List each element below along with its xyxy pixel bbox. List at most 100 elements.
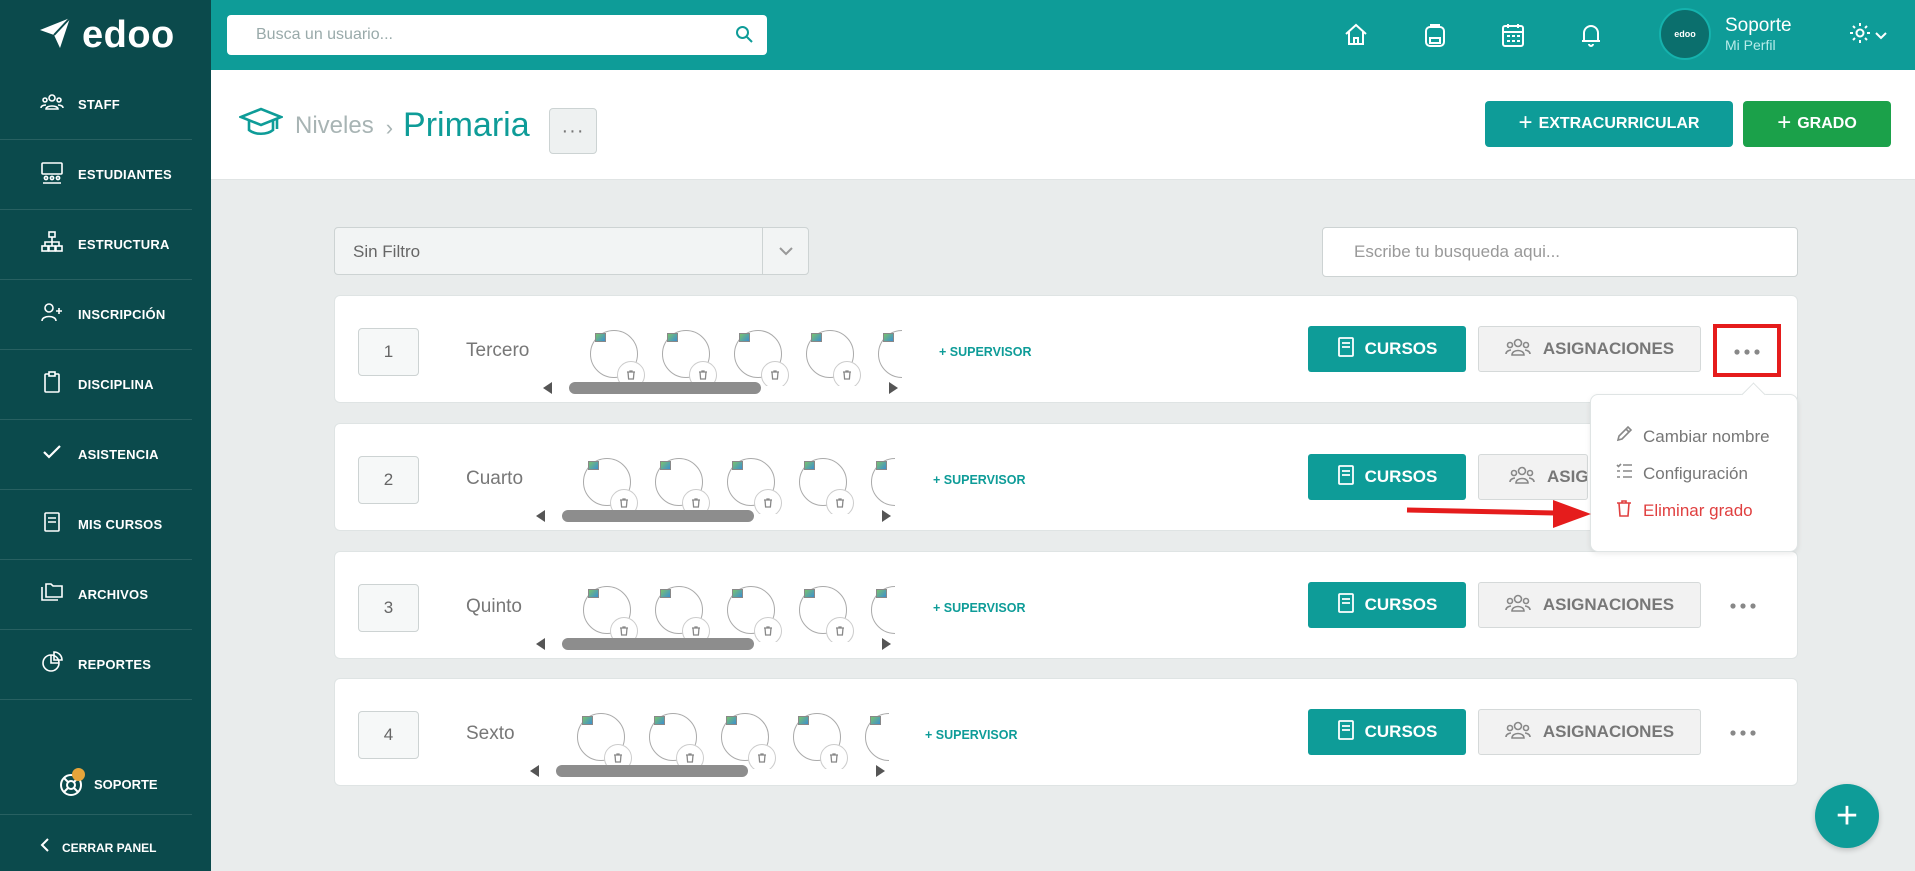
asignaciones-button[interactable]: ASIGNACIONES <box>1478 582 1701 628</box>
scroll-left-arrow[interactable] <box>536 510 545 522</box>
graduation-cap-icon <box>237 106 285 145</box>
grade-options-menu: Cambiar nombre Configuración Eliminar gr… <box>1590 394 1798 552</box>
broken-image-icon <box>804 461 815 470</box>
scroll-right-arrow[interactable] <box>889 382 898 394</box>
scroll-left-arrow[interactable] <box>536 638 545 650</box>
scroll-thumb[interactable] <box>562 510 754 522</box>
search-icon[interactable] <box>735 25 753 48</box>
supervisor-avatar[interactable] <box>806 330 861 386</box>
supervisor-avatar[interactable] <box>583 458 638 514</box>
grade-more-button[interactable] <box>1713 324 1781 377</box>
supervisor-avatar[interactable] <box>577 713 632 769</box>
supervisor-avatar[interactable] <box>799 586 854 642</box>
supervisor-avatar[interactable] <box>590 330 645 386</box>
supervisor-avatar[interactable] <box>662 330 717 386</box>
close-panel-button[interactable]: CERRAR PANEL <box>0 838 192 857</box>
settings-menu[interactable] <box>1849 22 1887 49</box>
sidebar-item-mis-cursos[interactable]: MIS CURSOS <box>0 490 192 560</box>
calendar-icon[interactable] <box>1498 20 1528 50</box>
profile-menu[interactable]: edoo Soporte Mi Perfil <box>1659 8 1792 60</box>
delete-grade-item[interactable]: Eliminar grado <box>1615 499 1753 522</box>
scroll-left-arrow[interactable] <box>530 765 539 777</box>
list-settings-icon <box>1615 462 1633 485</box>
cursos-button[interactable]: CURSOS <box>1308 709 1466 755</box>
supervisor-avatar[interactable] <box>727 458 782 514</box>
broken-image-icon <box>588 589 599 598</box>
grade-name[interactable]: Quinto <box>466 596 522 618</box>
supervisor-avatar[interactable] <box>655 586 710 642</box>
grade-name[interactable]: Sexto <box>466 723 515 745</box>
supervisor-scrollbar[interactable] <box>530 763 885 779</box>
supervisor-avatar[interactable] <box>793 713 848 769</box>
cursos-button[interactable]: CURSOS <box>1308 454 1466 500</box>
sidebar-item-disciplina[interactable]: DISCIPLINA <box>0 350 192 420</box>
sidebar-item-reportes[interactable]: REPORTES <box>0 630 192 700</box>
sidebar-item-label: ESTUDIANTES <box>78 167 172 182</box>
grade-search-input[interactable] <box>1323 228 1797 276</box>
home-icon[interactable] <box>1341 20 1371 50</box>
sidebar-item-archivos[interactable]: ARCHIVOS <box>0 560 192 630</box>
group-icon <box>1505 720 1531 745</box>
sidebar-item-soporte[interactable]: SOPORTE <box>0 755 192 815</box>
filter-select[interactable]: Sin Filtro <box>334 227 809 275</box>
supervisor-avatar[interactable] <box>649 713 704 769</box>
grade-number[interactable]: 4 <box>358 711 419 759</box>
floating-add-button[interactable]: + <box>1815 784 1879 848</box>
broken-image-icon <box>876 589 887 598</box>
add-extracurricular-button[interactable]: + EXTRACURRICULAR <box>1485 101 1733 147</box>
supervisor-avatar[interactable] <box>799 458 854 514</box>
add-supervisor-link[interactable]: + SUPERVISOR <box>933 601 1026 615</box>
scroll-right-arrow[interactable] <box>882 510 891 522</box>
backpack-icon[interactable] <box>1420 20 1450 50</box>
grade-more-button[interactable] <box>1715 709 1771 755</box>
configure-grade-item[interactable]: Configuración <box>1615 462 1748 485</box>
supervisor-avatar[interactable] <box>583 586 638 642</box>
scroll-thumb[interactable] <box>562 638 754 650</box>
logo[interactable]: edoo <box>0 0 211 70</box>
supervisor-avatar[interactable] <box>655 458 710 514</box>
supervisor-avatar[interactable] <box>865 713 889 761</box>
broken-image-icon <box>660 589 671 598</box>
add-grado-button[interactable]: + GRADO <box>1743 101 1891 147</box>
supervisor-list <box>529 709 889 769</box>
scroll-thumb[interactable] <box>556 765 748 777</box>
scroll-left-arrow[interactable] <box>543 382 552 394</box>
user-search-input[interactable] <box>227 15 767 55</box>
header-more-button[interactable]: ··· <box>549 108 597 154</box>
sidebar-item-estudiantes[interactable]: ESTUDIANTES <box>0 140 192 210</box>
supervisor-avatar[interactable] <box>871 458 895 506</box>
chevron-down-icon <box>1875 27 1887 45</box>
supervisor-scrollbar[interactable] <box>543 380 898 396</box>
sidebar-item-staff[interactable]: STAFF <box>0 70 192 140</box>
breadcrumb-parent[interactable]: Niveles <box>295 112 374 140</box>
grade-more-button[interactable] <box>1715 582 1771 628</box>
grade-number[interactable]: 3 <box>358 584 419 632</box>
bell-icon[interactable] <box>1576 20 1606 50</box>
scroll-right-arrow[interactable] <box>882 638 891 650</box>
asignaciones-button[interactable]: ASIGNACIONES <box>1478 709 1701 755</box>
supervisor-scrollbar[interactable] <box>536 636 891 652</box>
supervisor-avatar[interactable] <box>871 586 895 634</box>
supervisor-avatar[interactable] <box>878 330 902 378</box>
sidebar-item-estructura[interactable]: ESTRUCTURA <box>0 210 192 280</box>
grade-number[interactable]: 2 <box>358 456 419 504</box>
cursos-button[interactable]: CURSOS <box>1308 326 1466 372</box>
sidebar-item-asistencia[interactable]: ASISTENCIA <box>0 420 192 490</box>
add-supervisor-link[interactable]: + SUPERVISOR <box>925 728 1018 742</box>
cursos-button[interactable]: CURSOS <box>1308 582 1466 628</box>
add-supervisor-link[interactable]: + SUPERVISOR <box>939 345 1032 359</box>
rename-grade-item[interactable]: Cambiar nombre <box>1615 425 1770 448</box>
supervisor-avatar[interactable] <box>727 586 782 642</box>
add-supervisor-link[interactable]: + SUPERVISOR <box>933 473 1026 487</box>
scroll-right-arrow[interactable] <box>876 765 885 777</box>
sidebar-item-inscripcion[interactable]: INSCRIPCIÓN <box>0 280 192 350</box>
grade-name[interactable]: Tercero <box>466 340 529 362</box>
grade-number[interactable]: 1 <box>358 328 419 376</box>
asignaciones-button[interactable]: ASIGNACIONES <box>1478 454 1588 500</box>
supervisor-avatar[interactable] <box>721 713 776 769</box>
supervisor-scrollbar[interactable] <box>536 508 891 524</box>
asignaciones-button[interactable]: ASIGNACIONES <box>1478 326 1701 372</box>
supervisor-avatar[interactable] <box>734 330 789 386</box>
grade-name[interactable]: Cuarto <box>466 468 523 490</box>
scroll-thumb[interactable] <box>569 382 761 394</box>
